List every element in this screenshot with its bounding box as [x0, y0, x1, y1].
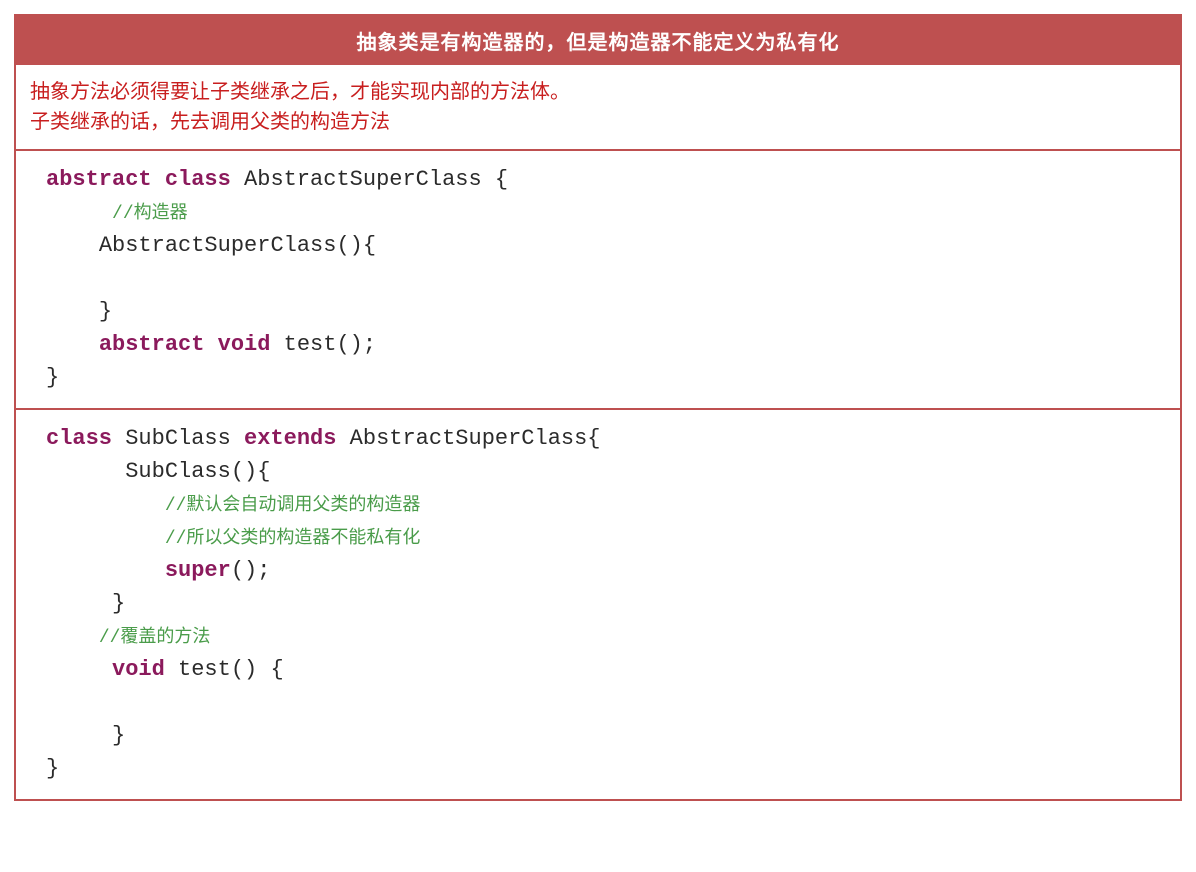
- description-line-1: 抽象方法必须得要让子类继承之后，才能实现内部的方法体。: [30, 77, 1166, 107]
- keyword-class: class: [165, 167, 231, 192]
- super-keyword: super: [165, 558, 231, 583]
- super-args: ();: [231, 558, 271, 583]
- close-brace-1: }: [99, 299, 112, 324]
- keyword-extends: extends: [244, 426, 336, 451]
- description-section: 抽象方法必须得要让子类继承之后，才能实现内部的方法体。 子类继承的话，先去调用父…: [16, 65, 1180, 151]
- description-line-2: 子类继承的话，先去调用父类的构造方法: [30, 107, 1166, 137]
- method-1: test();: [270, 332, 376, 357]
- keyword-class-2: class: [46, 426, 112, 451]
- comment-constructor: //构造器: [112, 204, 188, 224]
- close-brace-5: }: [46, 756, 59, 781]
- comment-override: //覆盖的方法: [99, 628, 211, 648]
- code-block-1: abstract class AbstractSuperClass { //构造…: [16, 151, 1180, 410]
- parent-class: AbstractSuperClass{: [336, 426, 600, 451]
- comment-no-private: //所以父类的构造器不能私有化: [165, 529, 421, 549]
- document-container: 抽象类是有构造器的，但是构造器不能定义为私有化 抽象方法必须得要让子类继承之后，…: [14, 14, 1182, 801]
- method-2: test() {: [165, 657, 284, 682]
- constructor-1: AbstractSuperClass(){: [99, 233, 376, 258]
- title-text: 抽象类是有构造器的，但是构造器不能定义为私有化: [357, 32, 840, 54]
- keyword-void-2: void: [112, 657, 165, 682]
- keyword-abstract-2: abstract: [99, 332, 205, 357]
- close-brace-2: }: [46, 365, 59, 390]
- class-name-2: SubClass: [112, 426, 244, 451]
- keyword-abstract: abstract: [46, 167, 152, 192]
- code-block-2: class SubClass extends AbstractSuperClas…: [16, 410, 1180, 799]
- comment-auto-call: //默认会自动调用父类的构造器: [165, 496, 421, 516]
- class-name-1: AbstractSuperClass {: [231, 167, 508, 192]
- constructor-2: SubClass(){: [125, 459, 270, 484]
- keyword-void-1: void: [218, 332, 271, 357]
- close-brace-3: }: [112, 591, 125, 616]
- header-title: 抽象类是有构造器的，但是构造器不能定义为私有化: [16, 16, 1180, 65]
- close-brace-4: }: [112, 723, 125, 748]
